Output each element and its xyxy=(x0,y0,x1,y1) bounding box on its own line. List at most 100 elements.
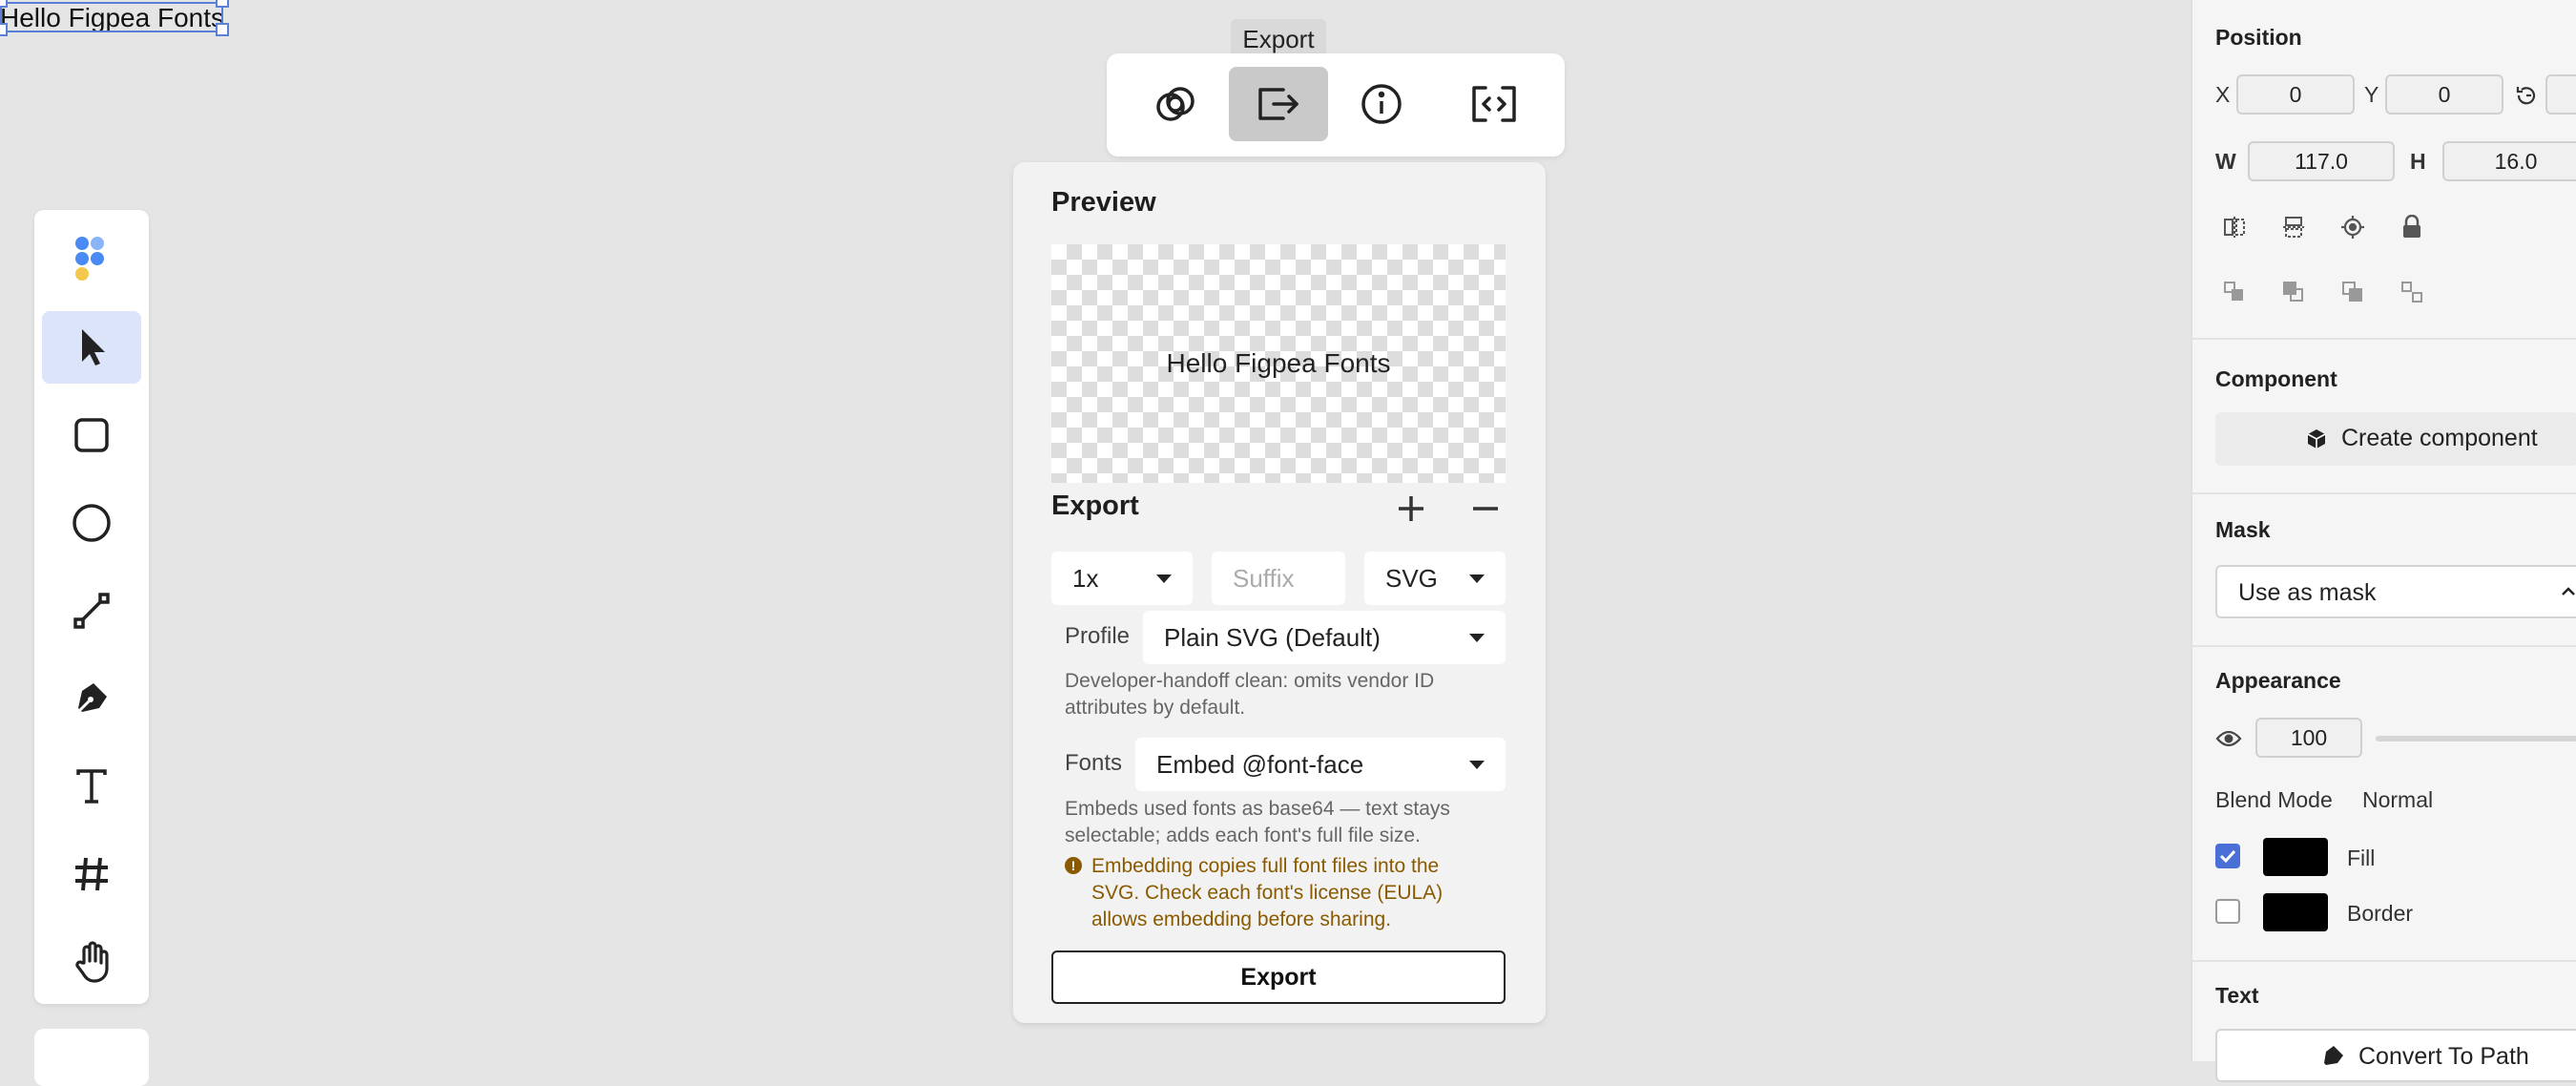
rectangle-tool[interactable] xyxy=(42,399,141,471)
fonts-value: Embed @font-face xyxy=(1156,750,1364,779)
rotation-input[interactable] xyxy=(2545,74,2576,115)
format-select[interactable]: SVG xyxy=(1364,552,1506,605)
w-label: W xyxy=(2215,149,2236,174)
select-tool[interactable] xyxy=(42,311,141,384)
logo-icon xyxy=(75,237,104,281)
send-backward-icon[interactable] xyxy=(2339,279,2366,305)
app-logo xyxy=(42,223,141,296)
lock-icon[interactable] xyxy=(2399,214,2425,240)
selection-handle[interactable] xyxy=(216,0,229,8)
opacity-input[interactable]: 100 xyxy=(2255,718,2362,758)
flip-horizontal-icon[interactable] xyxy=(2221,214,2248,240)
export-icon xyxy=(1258,88,1298,120)
ellipse-tool[interactable] xyxy=(42,487,141,559)
export-button[interactable]: Export xyxy=(1051,950,1506,1004)
tool-panel-secondary xyxy=(34,1029,149,1086)
divider xyxy=(2192,338,2576,340)
export-panel: Preview Hello Figpea Fonts Export 1x Suf… xyxy=(1013,162,1546,1023)
fonts-help: selectable; adds each font's full file s… xyxy=(1065,825,1421,846)
profile-select[interactable]: Plain SVG (Default) xyxy=(1143,611,1506,664)
warning-icon: ! xyxy=(1065,857,1082,874)
code-icon xyxy=(1472,86,1516,122)
selection-handle[interactable] xyxy=(0,23,8,36)
width-input[interactable]: 117.0 xyxy=(2248,141,2395,181)
boolean-icon xyxy=(1156,87,1195,121)
code-button[interactable] xyxy=(1444,67,1544,141)
cursor-icon xyxy=(82,329,105,365)
pen-icon xyxy=(2324,1046,2343,1065)
frame-tool[interactable] xyxy=(42,838,141,910)
flip-vertical-icon[interactable] xyxy=(2280,214,2307,240)
chevron-down-icon xyxy=(1469,634,1485,642)
rectangle-icon xyxy=(74,418,109,452)
check-icon xyxy=(2219,849,2236,864)
mask-select[interactable]: Use as mask xyxy=(2215,565,2576,618)
blend-mode-value[interactable]: Normal xyxy=(2362,787,2433,813)
rotation-icon xyxy=(2513,82,2540,109)
line-tool[interactable] xyxy=(42,574,141,647)
eye-icon[interactable] xyxy=(2215,725,2242,752)
ellipse-icon xyxy=(73,504,111,542)
preview-text: Hello Figpea Fonts xyxy=(1166,348,1391,378)
create-component-button[interactable]: Create component xyxy=(2215,412,2576,466)
text-tool[interactable] xyxy=(42,750,141,823)
export-toolbar-button[interactable] xyxy=(1229,67,1328,141)
properties-panel: Position X 0 Y 0 W 117.0 H 16.0 Componen… xyxy=(2191,0,2576,1082)
mask-title: Mask xyxy=(2215,517,2271,542)
text-tool-icon xyxy=(76,769,107,804)
add-export-button[interactable] xyxy=(1391,489,1431,529)
chevron-down-icon xyxy=(1156,574,1172,583)
chevron-down-icon xyxy=(1469,761,1485,769)
divider xyxy=(2192,645,2576,647)
y-label: Y xyxy=(2364,82,2379,107)
fill-checkbox[interactable] xyxy=(2215,844,2240,868)
border-checkbox[interactable] xyxy=(2215,899,2240,924)
info-button[interactable] xyxy=(1332,67,1431,141)
height-input[interactable]: 16.0 xyxy=(2442,141,2576,181)
profile-value: Plain SVG (Default) xyxy=(1164,623,1381,652)
suffix-placeholder: Suffix xyxy=(1233,564,1295,593)
chevron-down-icon xyxy=(1469,574,1485,583)
target-icon[interactable] xyxy=(2339,214,2366,240)
y-input[interactable]: 0 xyxy=(2385,74,2503,115)
selection-handle[interactable] xyxy=(216,23,229,36)
format-value: SVG xyxy=(1385,564,1438,593)
boolean-button[interactable] xyxy=(1126,67,1225,141)
hand-tool[interactable] xyxy=(42,926,141,998)
selection-outline xyxy=(0,2,223,32)
mask-value: Use as mask xyxy=(2238,579,2377,606)
pen-tool[interactable] xyxy=(42,662,141,735)
appearance-title: Appearance xyxy=(2215,668,2341,693)
opacity-slider[interactable] xyxy=(2376,736,2576,741)
minus-icon xyxy=(1473,507,1498,511)
profile-help: Developer-handoff clean: omits vendor ID xyxy=(1065,670,1435,692)
create-component-label: Create component xyxy=(2341,425,2538,451)
top-toolbar xyxy=(1107,53,1565,157)
scale-select[interactable]: 1x xyxy=(1051,552,1193,605)
bring-forward-icon[interactable] xyxy=(2221,279,2248,305)
preview-title: Preview xyxy=(1051,187,1156,218)
fonts-label: Fonts xyxy=(1065,750,1123,776)
fonts-select[interactable]: Embed @font-face xyxy=(1135,738,1506,791)
text-section-title: Text xyxy=(2215,983,2259,1008)
convert-to-path-button[interactable]: Convert To Path xyxy=(2215,1029,2576,1082)
selection-handle[interactable] xyxy=(0,0,8,8)
profile-label: Profile xyxy=(1065,623,1131,649)
remove-export-button[interactable] xyxy=(1465,489,1506,529)
plus-icon xyxy=(1399,496,1423,521)
h-label: H xyxy=(2410,149,2426,174)
component-icon xyxy=(2307,429,2326,449)
x-input[interactable]: 0 xyxy=(2236,74,2355,115)
font-license-warning: Embedding copies full font files into th… xyxy=(1091,855,1440,877)
font-license-warning: allows embedding before sharing. xyxy=(1091,908,1392,930)
line-icon xyxy=(73,593,110,629)
position-title: Position xyxy=(2215,25,2302,50)
fill-color-swatch[interactable] xyxy=(2263,838,2328,876)
profile-help: attributes by default. xyxy=(1065,697,1246,719)
x-label: X xyxy=(2215,82,2231,107)
send-to-back-icon[interactable] xyxy=(2399,279,2425,305)
bring-to-front-icon[interactable] xyxy=(2280,279,2307,305)
border-color-swatch[interactable] xyxy=(2263,893,2328,931)
component-title: Component xyxy=(2215,366,2337,391)
suffix-input[interactable]: Suffix xyxy=(1212,552,1345,605)
